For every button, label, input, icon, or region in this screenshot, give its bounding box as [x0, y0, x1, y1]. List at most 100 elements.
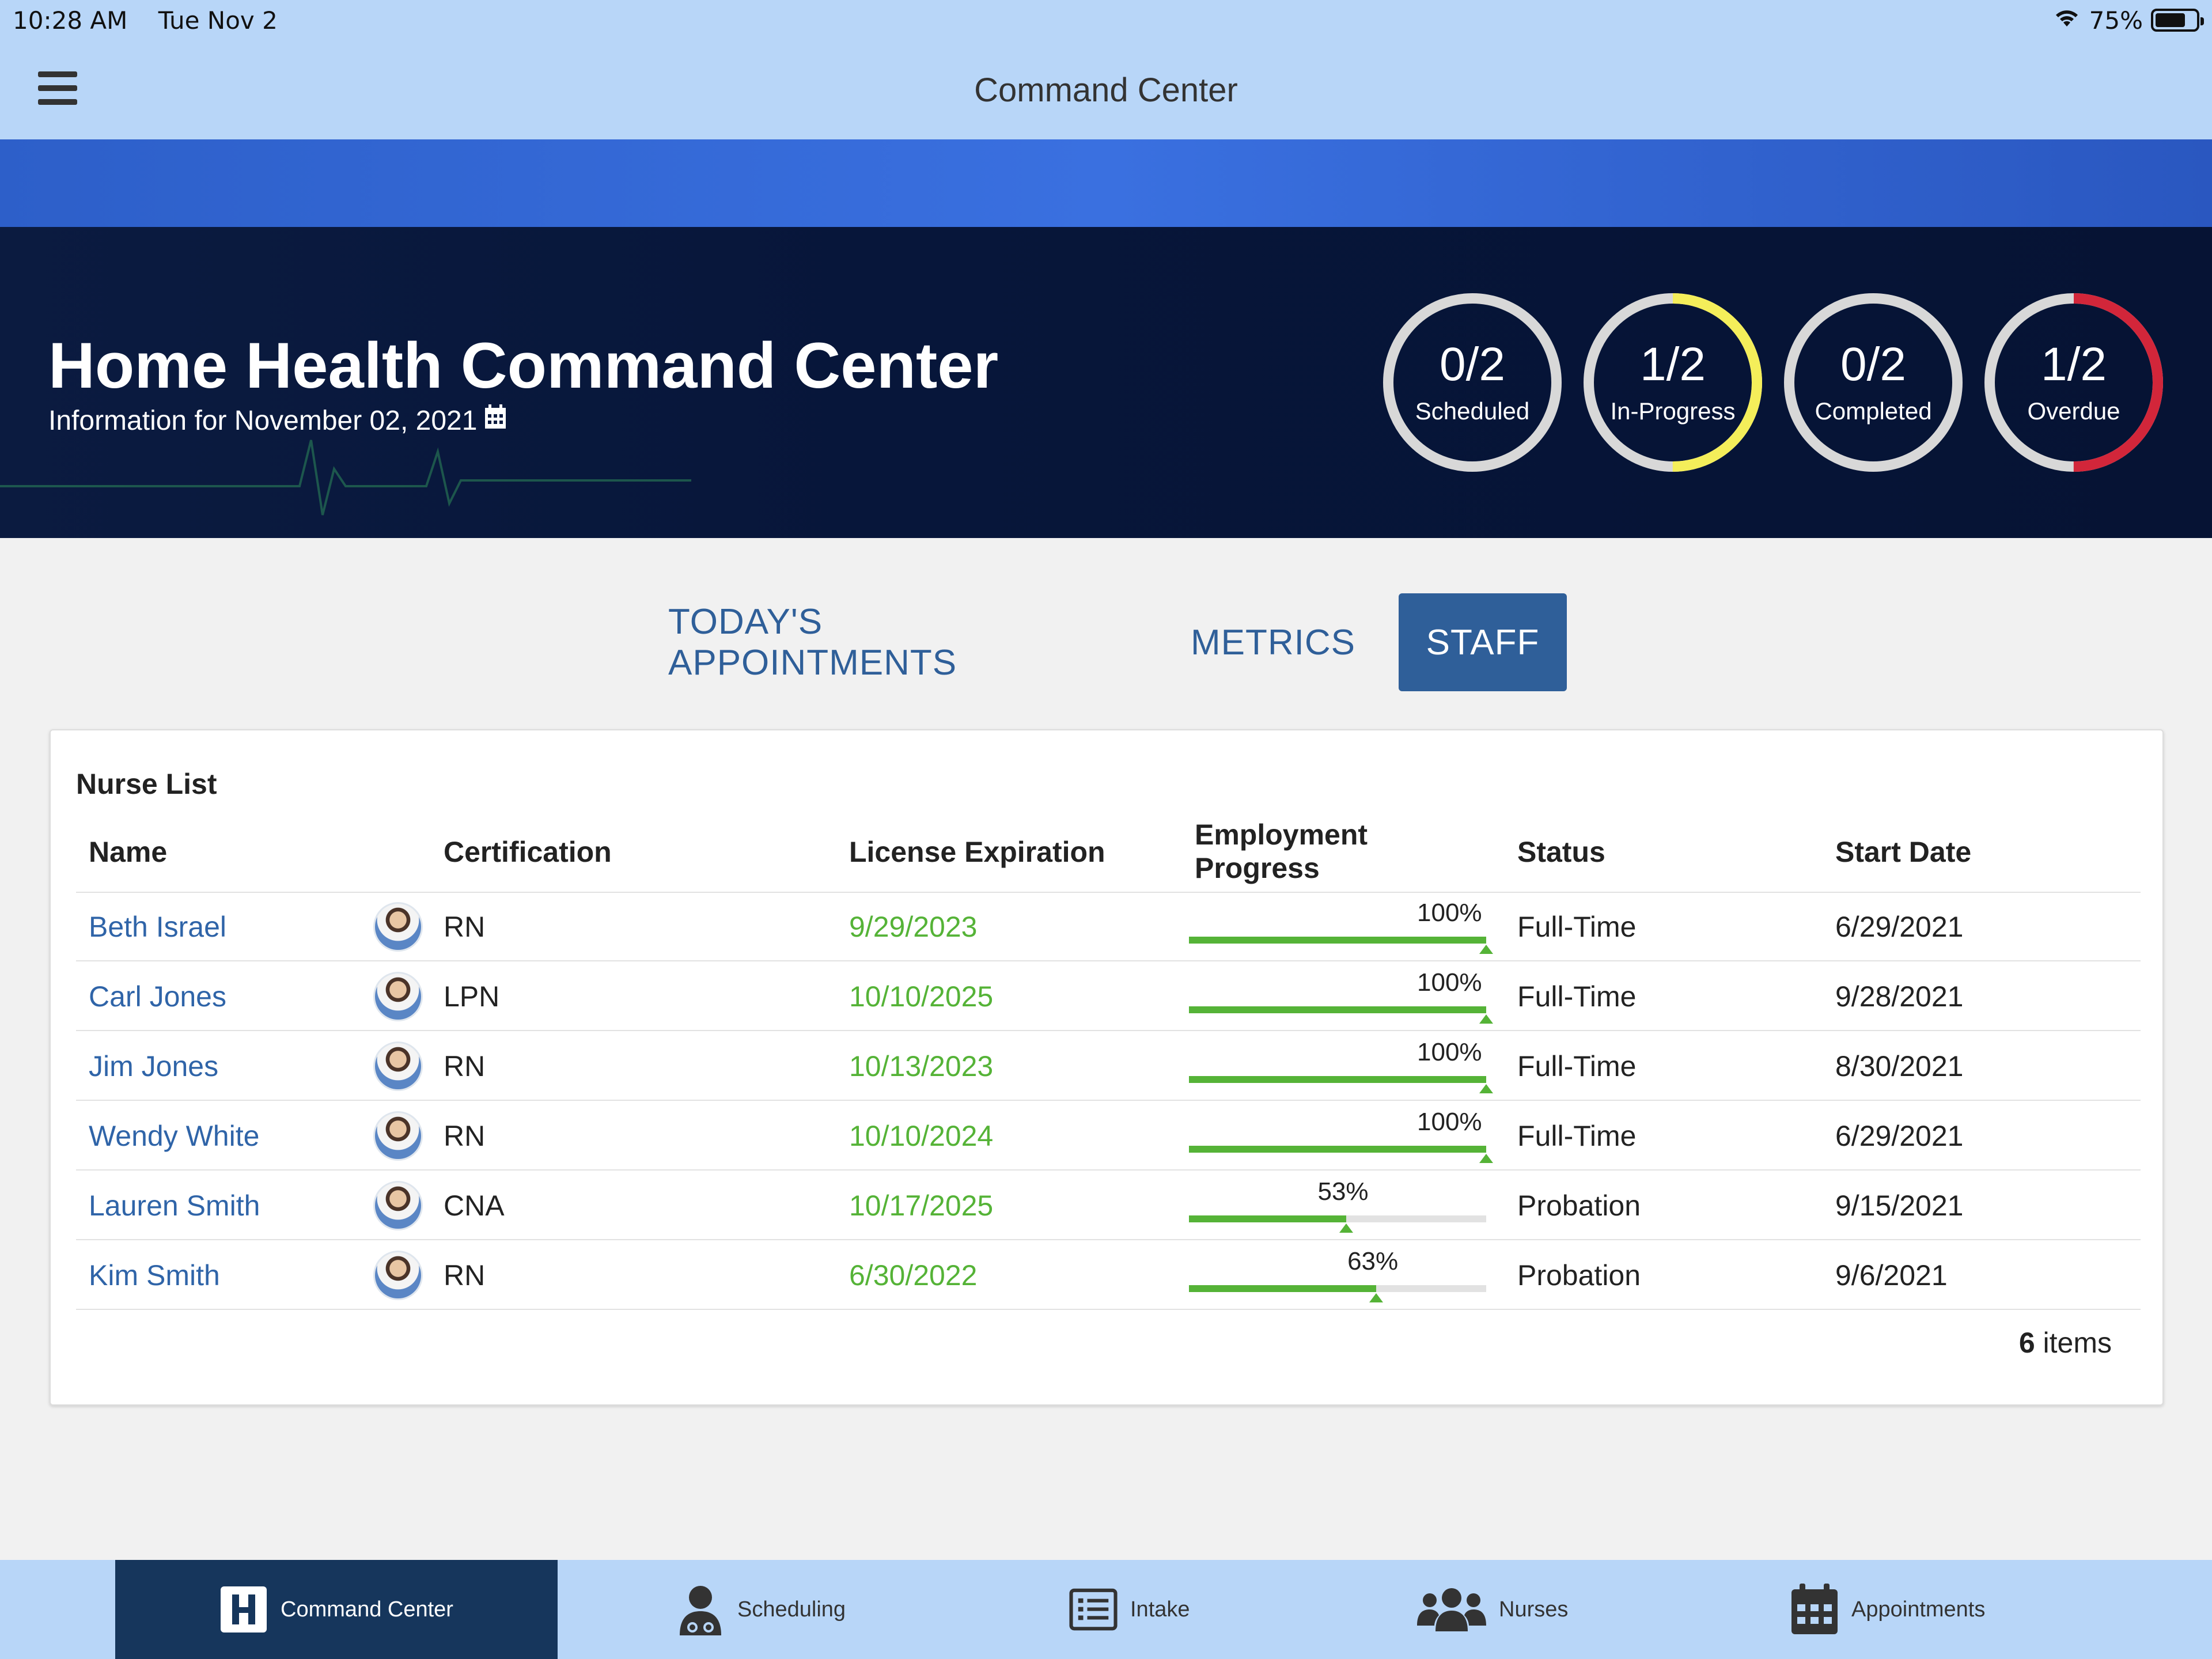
hospital-h-icon	[219, 1585, 268, 1634]
status-bar: 10:28 AM Tue Nov 2 75%	[0, 0, 2212, 40]
col-header-license[interactable]: License Expiration	[849, 835, 1105, 869]
certification: RN	[444, 1119, 486, 1152]
table-row[interactable]: Lauren Smith CNA 10/17/2025 53% Probation 9/1…	[76, 1171, 2141, 1240]
users-icon	[1417, 1585, 1486, 1634]
status-time: 10:28 AM	[13, 6, 128, 35]
col-header-name[interactable]: Name	[89, 835, 167, 869]
tabbar-intake[interactable]: Intake	[1069, 1560, 1190, 1659]
tab-staff[interactable]: STAFF	[1399, 593, 1567, 691]
battery-icon	[2151, 9, 2204, 32]
bottom-tab-bar: Command Center Scheduling Intake Nurses …	[0, 1560, 2212, 1659]
license-expiration: 6/30/2022	[849, 1259, 978, 1291]
doctor-icon	[676, 1585, 725, 1635]
progress-fill	[1189, 1215, 1347, 1222]
items-count: 6 items	[2019, 1326, 2112, 1359]
certification: RN	[444, 910, 486, 943]
menu-icon[interactable]	[38, 71, 77, 105]
col-header-progress-line1: Employment	[1195, 819, 1368, 851]
ring-label: In-Progress	[1610, 397, 1736, 425]
tab-todays-appointments[interactable]: TODAY'S APPOINTMENTS	[668, 593, 1118, 691]
progress-percent: 53%	[1317, 1177, 1369, 1206]
nurse-name-link[interactable]: Kim Smith	[89, 1240, 220, 1310]
employment-progress-bar: 100%	[1189, 1101, 1493, 1171]
progress-fill	[1189, 1006, 1486, 1013]
col-header-start-date[interactable]: Start Date	[1835, 835, 1971, 869]
table-row[interactable]: Wendy White RN 10/10/2024 100% Full-Time 6/29…	[76, 1101, 2141, 1171]
employment-progress-bar: 63%	[1189, 1240, 1486, 1310]
tabbar-label: Appointments	[1851, 1597, 1986, 1622]
nav-title: Command Center	[974, 71, 1238, 109]
tab-metrics[interactable]: METRICS	[1181, 593, 1365, 691]
nav-bar: Command Center	[0, 40, 2212, 139]
ring-in-progress[interactable]: 1/2 In-Progress	[1581, 290, 1765, 475]
start-date: 6/29/2021	[1835, 1119, 1964, 1152]
ring-label: Overdue	[2027, 397, 2120, 425]
start-date: 9/15/2021	[1835, 1189, 1964, 1222]
hero-banner: Home Health Command Center Information f…	[0, 227, 2212, 538]
nurse-name-link[interactable]: Carl Jones	[89, 961, 226, 1031]
progress-track	[1189, 1146, 1486, 1153]
start-date: 8/30/2021	[1835, 1050, 1964, 1082]
progress-percent: 100%	[1417, 899, 1482, 927]
employment-status: Full-Time	[1517, 1050, 1637, 1082]
certification: CNA	[444, 1189, 505, 1222]
license-expiration: 10/10/2025	[849, 980, 994, 1013]
employment-progress-bar: 100%	[1189, 961, 1493, 1031]
table-row[interactable]: Kim Smith RN 6/30/2022 63% Probation 9/6/2021	[76, 1240, 2141, 1310]
employment-status: Full-Time	[1517, 980, 1637, 1013]
col-header-status[interactable]: Status	[1517, 835, 1605, 869]
progress-percent: 100%	[1417, 1038, 1482, 1066]
progress-marker	[1369, 1293, 1384, 1302]
ring-completed[interactable]: 0/2 Completed	[1781, 290, 1965, 475]
avatar	[373, 1251, 423, 1300]
nurse-rows: Beth Israel RN 9/29/2023 100% Full-Time 6/29/…	[76, 892, 2141, 1310]
progress-track	[1189, 1285, 1486, 1292]
table-row[interactable]: Beth Israel RN 9/29/2023 100% Full-Time 6/29/…	[76, 892, 2141, 961]
hero-date-text: Information for November 02, 2021	[48, 405, 478, 436]
ring-fraction: 0/2	[1840, 338, 1906, 391]
table-row[interactable]: Carl Jones LPN 10/10/2025 100% Full-Time 9/28…	[76, 961, 2141, 1031]
ring-scheduled[interactable]: 0/2 Scheduled	[1380, 290, 1565, 475]
ring-overdue[interactable]: 1/2 Overdue	[1982, 290, 2166, 475]
progress-track	[1189, 1076, 1486, 1083]
ring-label: Scheduled	[1415, 397, 1530, 425]
tabbar-label: Nurses	[1499, 1597, 1569, 1622]
calendar-icon[interactable]	[484, 404, 507, 437]
col-header-certification[interactable]: Certification	[444, 835, 612, 869]
table-row[interactable]: Jim Jones RN 10/13/2023 100% Full-Time 8/30/2…	[76, 1031, 2141, 1101]
employment-progress-bar: 53%	[1189, 1171, 1486, 1240]
col-header-progress[interactable]: Employment Progress	[1195, 818, 1368, 885]
progress-fill	[1189, 937, 1486, 944]
wifi-icon	[2052, 6, 2081, 35]
start-date: 9/6/2021	[1835, 1259, 1948, 1291]
progress-marker	[1339, 1224, 1354, 1233]
nurse-list-title: Nurse List	[76, 768, 217, 800]
progress-marker	[1479, 945, 1493, 954]
tabbar-command-center[interactable]: Command Center	[115, 1560, 558, 1659]
progress-track	[1189, 937, 1486, 944]
employment-progress-bar: 100%	[1189, 1031, 1493, 1101]
progress-fill	[1189, 1285, 1377, 1292]
ring-fraction: 0/2	[1440, 338, 1505, 391]
nurse-name-link[interactable]: Jim Jones	[89, 1031, 218, 1101]
license-expiration: 9/29/2023	[849, 910, 978, 943]
progress-track	[1189, 1006, 1486, 1013]
nurse-name-link[interactable]: Wendy White	[89, 1101, 259, 1171]
avatar	[373, 902, 423, 952]
tabbar-scheduling[interactable]: Scheduling	[676, 1560, 846, 1659]
tabbar-nurses[interactable]: Nurses	[1417, 1560, 1568, 1659]
certification: RN	[444, 1259, 486, 1291]
ring-fraction: 1/2	[1640, 338, 1706, 391]
status-left: 10:28 AM Tue Nov 2	[13, 6, 301, 35]
hero-banner-top	[0, 139, 2212, 227]
nurse-list-card: Nurse List Name Certification License Ex…	[50, 729, 2164, 1406]
tabbar-appointments[interactable]: Appointments	[1790, 1560, 1985, 1659]
progress-fill	[1189, 1146, 1486, 1153]
start-date: 6/29/2021	[1835, 910, 1964, 943]
nurse-name-link[interactable]: Lauren Smith	[89, 1171, 260, 1240]
progress-percent: 100%	[1417, 968, 1482, 997]
certification: LPN	[444, 980, 500, 1013]
nurse-name-link[interactable]: Beth Israel	[89, 892, 226, 961]
progress-fill	[1189, 1076, 1486, 1083]
certification: RN	[444, 1050, 486, 1082]
